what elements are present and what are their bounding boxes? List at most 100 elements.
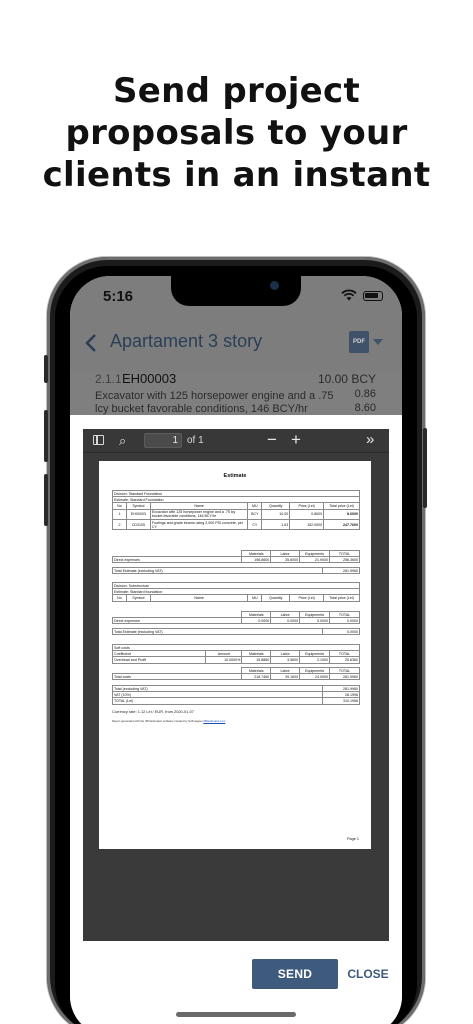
list-item-code: EH00003: [122, 371, 177, 386]
phone-volume-down-button: [44, 474, 48, 526]
col-header: Symbol: [125, 594, 151, 602]
send-report-button[interactable]: SEND REPORT: [252, 959, 338, 1011]
pdf-viewer[interactable]: ⌕ 1 of 1 − + » Estimate Division: Standa…: [83, 429, 389, 941]
table-row: Overhead and Profit 10.0000% 19.8860 3.5…: [111, 656, 360, 664]
report-footer-link[interactable]: 360estimator.com: [203, 719, 225, 723]
phone-silent-switch: [44, 355, 48, 383]
cell: 39.1600: [270, 673, 301, 681]
battery-icon: [363, 291, 383, 301]
headline-line-2: proposals to your: [65, 113, 408, 153]
cell: 2.1900: [299, 656, 331, 664]
cell: Direct expenses: [111, 617, 243, 625]
cell: CD3105: [125, 518, 151, 531]
cell: 0.8600: [289, 508, 325, 521]
app-bar: Apartament 3 story PDF: [70, 316, 402, 372]
cell: Direct expenses: [111, 556, 243, 564]
pdf-export-icon[interactable]: PDF: [349, 331, 369, 353]
pdf-title: Estimate: [223, 473, 247, 479]
cell: Overhead and Profit: [111, 656, 207, 664]
cell: 0.0000: [270, 617, 301, 625]
headline-line-1: Send project: [112, 71, 361, 111]
col-header: Name: [149, 594, 249, 602]
list-item-description: Excavator with 125 horsepower engine and…: [95, 390, 334, 415]
total-costs-table: Materials Labor Equipments TOTAL Total c…: [111, 666, 360, 681]
zoom-in-button[interactable]: +: [291, 430, 301, 450]
cell: Footings and grade beams using 2,000 PSI…: [149, 518, 249, 531]
section2-total-table: Total Estimate (excluding VAT) 0.0000: [112, 627, 360, 636]
cell: 10.00: [261, 508, 291, 521]
status-bar: 5:16: [70, 276, 402, 320]
pdf-dropdown-caret-icon[interactable]: [373, 339, 383, 345]
table-row: 2 CD3105 Footings and grade beams using …: [112, 518, 360, 531]
cell: 0.0000: [329, 617, 360, 625]
list-item-total: 8.60: [354, 402, 376, 414]
section1-table: Division: Standard Foundation Estimate: …: [112, 489, 360, 531]
project-title: Apartament 3 story: [110, 331, 263, 351]
section2-costs-table: Materials Labor Equipments TOTAL Direct …: [111, 610, 360, 625]
back-arrow-icon[interactable]: [84, 333, 98, 353]
section1-costs-table: Materials Labor Equipments TOTAL Direct …: [111, 549, 360, 564]
cell: 35.6000: [270, 556, 301, 564]
cell: Total Estimate (excluding VAT): [112, 627, 323, 636]
cell: 0.0000: [322, 627, 360, 636]
headline-line-3: clients in an instant: [42, 155, 431, 195]
cell: 1.63: [261, 518, 291, 531]
cell: BCY: [247, 508, 263, 521]
col-header: Total price (Lei): [323, 594, 360, 602]
table-row: 1 EH00003 Excavator with 125 horsepower …: [112, 508, 360, 521]
cell: Total Estimate (excluding VAT): [112, 566, 323, 575]
status-time: 5:16: [103, 288, 134, 305]
cell: 21.9000: [299, 556, 331, 564]
cell: 198.8600: [241, 556, 272, 564]
home-indicator[interactable]: [176, 1012, 296, 1017]
phone-volume-up-button: [44, 410, 48, 462]
cell: 310.1956: [322, 697, 360, 705]
close-button[interactable]: CLOSE: [347, 959, 389, 989]
pdf-page: Estimate Division: Standard Foundation E…: [99, 461, 371, 849]
cell: 3.5600: [270, 656, 301, 664]
col-header: Price (Lei): [289, 594, 325, 602]
cell: Excavator with 125 horsepower engine and…: [149, 508, 249, 521]
zoom-out-button[interactable]: −: [267, 430, 277, 450]
list-item-unit-price: 0.86: [354, 388, 376, 400]
table-row: Direct expenses 0.0000 0.0000 0.0000 0.0…: [111, 617, 360, 625]
marketing-headline: Send project proposals to your clients i…: [0, 70, 473, 196]
cell: CY: [247, 518, 263, 531]
cell: 0.0000: [299, 617, 331, 625]
table-row: Total costs 218.7460 39.1600 24.0900 281…: [111, 673, 360, 681]
sidebar-toggle-icon[interactable]: [93, 435, 104, 445]
cell: Total costs: [111, 673, 243, 681]
cell: 281.9960: [329, 673, 360, 681]
table-row: Total Estimate (excluding VAT) 0.0000: [112, 627, 360, 636]
cell: 24.0900: [299, 673, 331, 681]
phone-notch: [171, 276, 301, 306]
search-icon[interactable]: ⌕: [119, 433, 126, 449]
cell: 0.0000: [241, 617, 272, 625]
cell: 152.0000: [289, 518, 325, 531]
cell: 10.0000%: [205, 656, 243, 664]
list-item-quantity: 10.00 BCY: [317, 372, 376, 386]
pdf-preview-dialog: ⌕ 1 of 1 − + » Estimate Division: Standa…: [70, 415, 402, 1024]
page-number-input[interactable]: 1: [144, 433, 182, 448]
soft-costs-table: Soft costs Coefficient Amount Materials …: [111, 643, 360, 664]
cell: 281.9960: [322, 566, 360, 575]
cell: EH00003: [125, 508, 151, 521]
phone-screen: 5:16 Apartament 3 story PDF 2.1.1 EH0000…: [70, 276, 402, 1024]
table-row: TOTAL (Lei) 310.1956: [112, 697, 360, 705]
wifi-icon: [341, 289, 357, 301]
cell: 25.6360: [329, 656, 360, 664]
report-footer-text: Report generated with the 360 Estimator …: [112, 719, 203, 723]
summary-table: Total (excluding VAT) 281.9960 VAT (10%)…: [112, 684, 360, 705]
col-header: MU: [247, 594, 263, 602]
list-item-number: 2.1.1: [95, 372, 122, 386]
cell: 247.7600: [323, 518, 360, 531]
section2-table: Division: Substructure Estimate: Standar…: [112, 581, 360, 602]
cell: 8.6000: [323, 508, 360, 521]
more-tools-icon[interactable]: »: [366, 431, 374, 448]
pdf-viewer-toolbar: ⌕ 1 of 1 − + »: [83, 429, 389, 453]
front-camera-icon: [270, 281, 279, 290]
page-count-label: of 1: [187, 435, 204, 446]
cell: 2: [112, 518, 127, 531]
col-header: Quantity: [261, 594, 291, 602]
table-row: Direct expenses 198.8600 35.6000 21.9000…: [111, 556, 360, 564]
